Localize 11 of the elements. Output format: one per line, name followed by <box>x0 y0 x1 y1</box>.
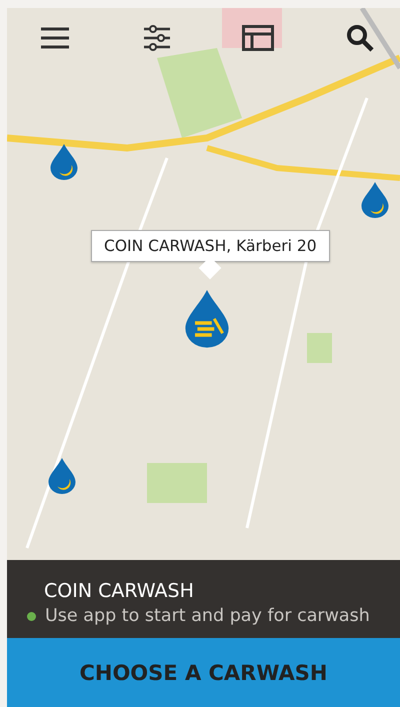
railway <box>360 8 400 70</box>
carwash-pin-icon[interactable] <box>47 458 77 494</box>
carwash-pin-icon[interactable] <box>360 182 390 218</box>
park-area <box>147 463 207 503</box>
carwash-pin-icon[interactable] <box>49 144 79 180</box>
choose-carwash-button[interactable]: CHOOSE A CARWASH <box>7 638 400 707</box>
park-area <box>307 333 332 363</box>
status-text: Use app to start and pay for carwash <box>45 606 370 626</box>
selected-carwash-pin-icon[interactable] <box>183 290 231 348</box>
location-popup: COIN CARWASH, Kärberi 20 <box>91 230 330 262</box>
carwash-title: COIN CARWASH <box>43 580 195 602</box>
